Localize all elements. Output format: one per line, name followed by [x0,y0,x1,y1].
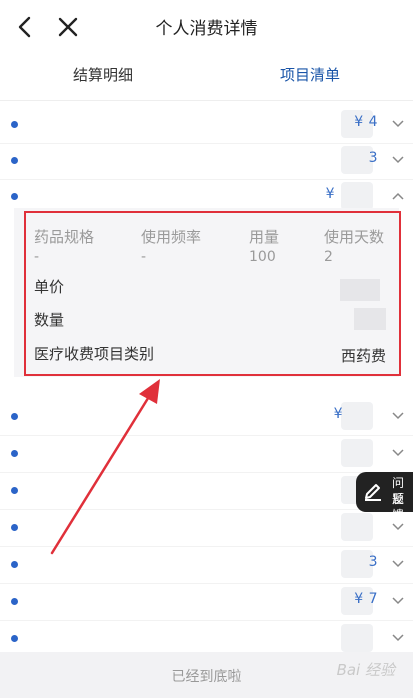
list-item[interactable]: ¥ 4 [0,106,413,144]
chevron-down-icon[interactable] [391,117,405,131]
chevron-down-icon[interactable] [391,631,405,645]
chevron-down-icon[interactable] [391,446,405,460]
top-bar: 个人消费详情 [0,0,413,52]
tab-bar: 结算明细 项目清单 [0,52,413,101]
item-amount: 3 [368,150,378,166]
list-item[interactable] [0,435,413,473]
chevron-down-icon[interactable] [391,409,405,423]
pencil-icon [365,484,381,501]
masked-value [341,624,373,652]
masked-value [341,402,373,430]
feedback-label-line2: 反馈 [392,492,405,512]
masked-value [341,513,373,541]
item-amount: ¥ 7 [354,591,378,607]
highlight-box [24,211,401,376]
list-item[interactable]: ¥ [0,398,413,436]
list-item[interactable] [0,509,413,547]
list-item[interactable]: ¥ 7 [0,583,413,621]
masked-value [341,439,373,467]
list-item[interactable]: 3 [0,142,413,180]
bullet-dot [11,121,18,128]
bullet-dot [11,157,18,164]
feedback-button[interactable]: 问题 反馈 [356,472,413,512]
bullet-dot [11,413,18,420]
list-item[interactable] [0,472,413,510]
chevron-down-icon[interactable] [391,520,405,534]
chevron-down-icon[interactable] [391,557,405,571]
item-amount: ¥ [325,186,335,202]
tab-item-list[interactable]: 项目清单 [207,52,413,100]
item-amount: ¥ [333,406,343,422]
chevron-up-icon[interactable] [391,189,405,203]
list-footer: 已经到底啦 Bai 经验 [0,652,413,698]
bullet-dot [11,561,18,568]
bullet-dot [11,524,18,531]
tab-settlement-details[interactable]: 结算明细 [0,52,206,100]
bullet-dot [11,450,18,457]
watermark: Bai 经验 [336,661,395,679]
list-item[interactable]: 3 [0,546,413,584]
chevron-down-icon[interactable] [391,594,405,608]
bullet-dot [11,487,18,494]
bullet-dot [11,598,18,605]
close-icon[interactable] [56,14,80,40]
chevron-down-icon[interactable] [391,153,405,167]
back-arrow-icon[interactable] [14,14,38,40]
bullet-dot [11,193,18,200]
masked-value [341,182,373,210]
bullet-dot [11,635,18,642]
item-amount: 3 [368,554,378,570]
item-amount: ¥ 4 [354,114,378,130]
